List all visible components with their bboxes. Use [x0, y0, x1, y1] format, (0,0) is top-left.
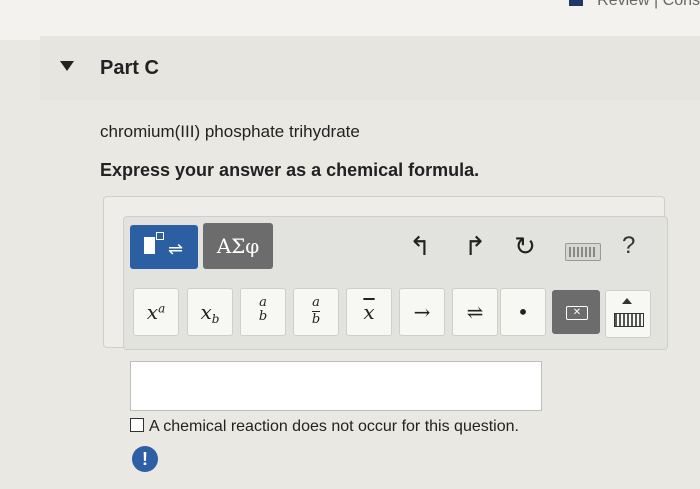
alert-icon: !	[132, 446, 158, 472]
fraction-bar-key[interactable]: ab	[293, 288, 339, 336]
subscript-key[interactable]: xb	[187, 288, 233, 336]
superscript-key[interactable]: xa	[133, 288, 179, 336]
answer-input[interactable]	[130, 361, 542, 411]
instruction-text: Express your answer as a chemical formul…	[100, 160, 480, 180]
keyboard-icon	[614, 313, 644, 327]
review-link-text[interactable]: Review | Cons	[597, 0, 700, 9]
delete-button[interactable]: ✕	[552, 290, 600, 334]
redo-icon[interactable]: ↱	[460, 231, 490, 261]
question-text: chromium(III) phosphate trihydrate	[100, 122, 360, 141]
delete-icon: ✕	[566, 306, 588, 320]
menu-icon	[569, 0, 584, 6]
overline-key[interactable]: x	[346, 288, 392, 336]
templates-button[interactable]: ⇌	[130, 225, 198, 269]
reset-icon[interactable]: ↻	[510, 231, 540, 261]
toggle-keyboard-button[interactable]	[605, 290, 651, 338]
no-reaction-label: A chemical reaction does not occur for t…	[149, 418, 519, 435]
template-superscript-icon	[156, 232, 164, 240]
undo-icon[interactable]: ↰	[405, 231, 435, 261]
equilibrium-icon: ⇌	[168, 239, 184, 259]
help-button[interactable]: ?	[622, 232, 635, 260]
part-title: Part C	[100, 57, 159, 79]
chevron-up-icon	[622, 298, 632, 304]
dot-key[interactable]: •	[500, 288, 546, 336]
no-reaction-checkbox[interactable]	[130, 418, 144, 432]
equilibrium-arrow-key[interactable]: ⇌	[452, 288, 498, 336]
template-box-icon	[144, 237, 155, 254]
fraction-key[interactable]: ab	[240, 288, 286, 336]
greek-symbols-button[interactable]: ΑΣφ	[203, 223, 273, 269]
collapse-caret-icon[interactable]	[60, 61, 74, 71]
reaction-arrow-key[interactable]: →	[399, 288, 445, 336]
keyboard-icon[interactable]	[565, 243, 601, 261]
review-constants-links[interactable]: Review | Cons	[569, 0, 700, 10]
no-reaction-option[interactable]: A chemical reaction does not occur for t…	[130, 418, 519, 436]
